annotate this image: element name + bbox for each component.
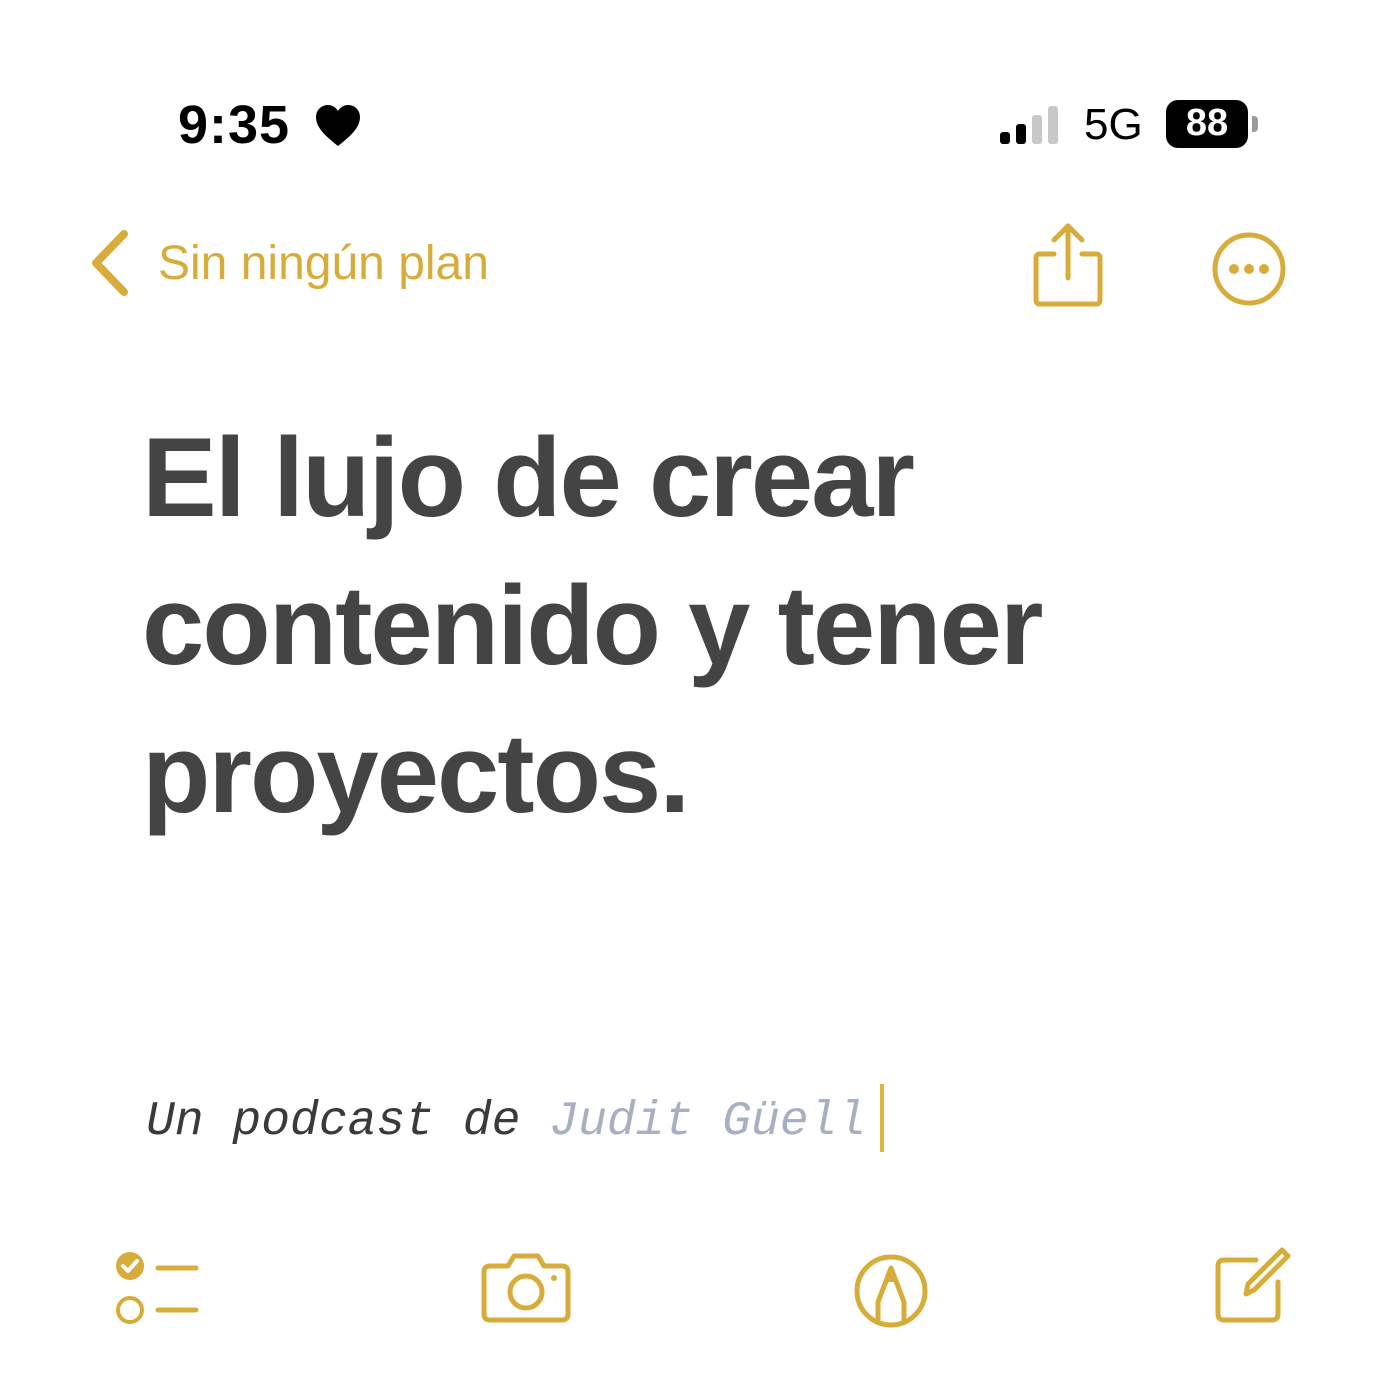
note-subtitle[interactable]: Un podcast de Judit Güell <box>146 1084 885 1152</box>
markup-button[interactable] <box>852 1252 930 1330</box>
battery-nub <box>1252 116 1258 132</box>
subtitle-prefix: Un podcast de <box>146 1095 550 1149</box>
text-cursor <box>880 1084 885 1152</box>
subtitle-author: Judit Güell <box>549 1095 867 1149</box>
battery-level: 88 <box>1185 102 1229 144</box>
back-label: Sin ningún plan <box>158 236 489 290</box>
checklist-button[interactable] <box>114 1250 200 1328</box>
cellular-signal-icon <box>998 104 1064 146</box>
back-button[interactable]: Sin ningún plan <box>86 228 489 298</box>
chevron-left-icon <box>86 228 132 298</box>
camera-icon <box>480 1252 572 1324</box>
more-button[interactable] <box>1210 230 1288 308</box>
camera-button[interactable] <box>480 1252 572 1324</box>
markup-icon <box>852 1252 930 1330</box>
network-type: 5G <box>1084 100 1143 149</box>
compose-button[interactable] <box>1212 1246 1292 1326</box>
share-button[interactable] <box>1030 220 1106 310</box>
compose-icon <box>1212 1246 1292 1326</box>
note-title[interactable]: El lujo de crear contenido y tener proye… <box>142 404 1192 848</box>
status-time: 9:35 <box>178 95 291 155</box>
heart-icon <box>314 104 362 148</box>
share-icon <box>1030 220 1106 310</box>
battery-icon: 88 <box>1166 100 1260 150</box>
checklist-icon <box>114 1250 200 1328</box>
more-icon <box>1210 230 1288 308</box>
